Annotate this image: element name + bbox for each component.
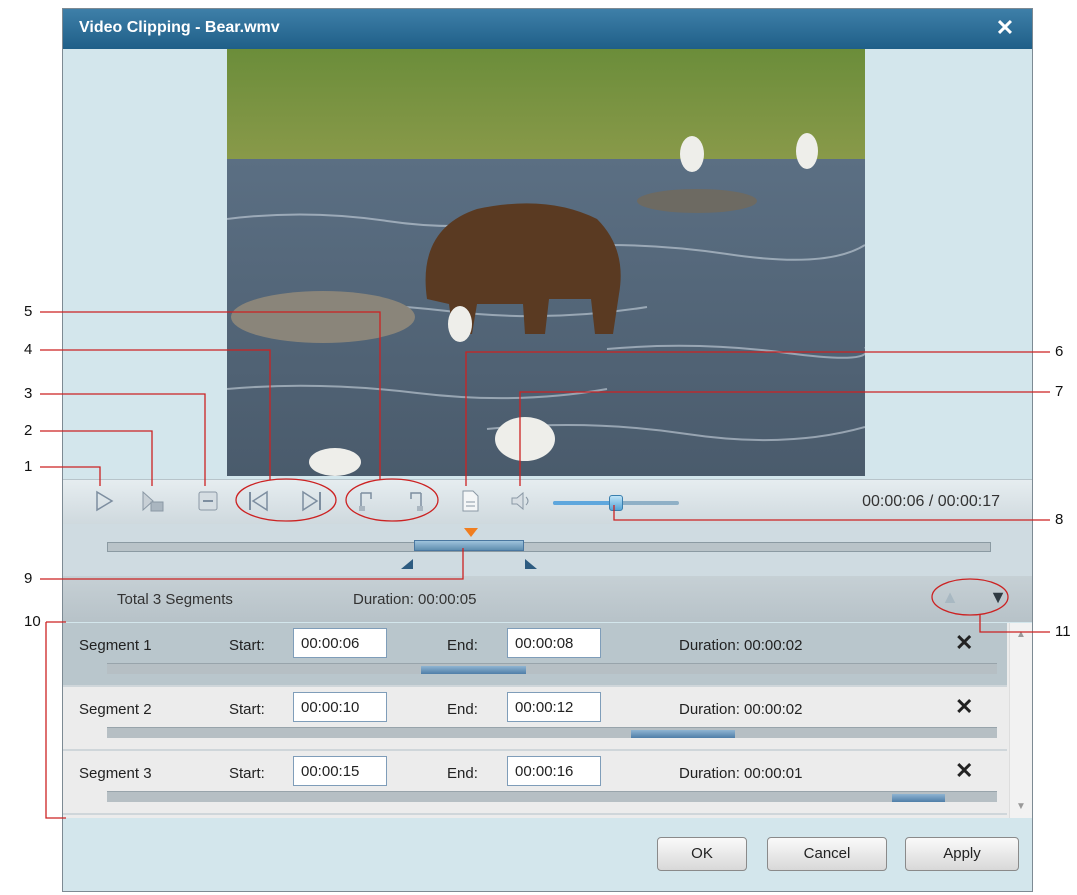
callout-10: 10 xyxy=(24,613,41,630)
segment-list: Segment 1 Start: 00:00:06 End: 00:00:08 … xyxy=(63,623,1032,818)
delete-segment-icon[interactable]: ✕ xyxy=(955,758,973,784)
callout-2: 2 xyxy=(24,422,33,439)
apply-button[interactable]: Apply xyxy=(905,837,1019,871)
playback-toolbar: 00:00:06 / 00:00:17 xyxy=(63,479,1032,525)
selection-start-handle[interactable] xyxy=(401,559,413,569)
segment-list-scrollbar[interactable]: ▲ ▼ xyxy=(1009,623,1032,818)
callout-9: 9 xyxy=(24,570,33,587)
stop-icon[interactable] xyxy=(195,488,221,514)
callout-11: 11 xyxy=(1055,623,1071,640)
total-segments-label: Total 3 Segments xyxy=(117,591,233,608)
segment-duration: Duration: 00:00:02 xyxy=(679,701,803,718)
segments-header: Total 3 Segments Duration: 00:00:05 ▲ ▼ xyxy=(63,576,1032,622)
segment-range-bar xyxy=(892,794,945,802)
callout-6: 6 xyxy=(1055,343,1064,360)
end-label: End: xyxy=(447,765,478,782)
start-label: Start: xyxy=(229,701,265,718)
selection-end-handle[interactable] xyxy=(525,559,537,569)
callout-4: 4 xyxy=(24,341,33,358)
cancel-button[interactable]: Cancel xyxy=(767,837,887,871)
callout-7: 7 xyxy=(1055,383,1064,400)
volume-icon[interactable] xyxy=(509,488,535,514)
end-time-field[interactable]: 00:00:12 xyxy=(507,692,601,722)
set-end-icon[interactable] xyxy=(403,488,429,514)
end-time-field[interactable]: 00:00:08 xyxy=(507,628,601,658)
bear-video-frame xyxy=(227,49,865,476)
delete-segment-icon[interactable]: ✕ xyxy=(955,694,973,720)
new-segment-icon[interactable] xyxy=(457,488,483,514)
callout-3: 3 xyxy=(24,385,33,402)
start-label: Start: xyxy=(229,765,265,782)
title-bar[interactable]: Video Clipping - Bear.wmv ✕ xyxy=(63,9,1032,49)
move-down-icon[interactable]: ▼ xyxy=(987,586,1009,608)
segment-name: Segment 1 xyxy=(79,637,152,654)
close-icon[interactable]: ✕ xyxy=(992,15,1018,41)
segment-track xyxy=(107,791,997,802)
next-frame-icon[interactable] xyxy=(299,488,325,514)
delete-segment-icon[interactable]: ✕ xyxy=(955,630,973,656)
snapshot-icon[interactable] xyxy=(139,488,165,514)
start-time-field[interactable]: 00:00:15 xyxy=(293,756,387,786)
segment-row[interactable]: Segment 2 Start: 00:00:10 End: 00:00:12 … xyxy=(63,687,1007,751)
timeline-track[interactable] xyxy=(107,540,991,552)
play-icon[interactable] xyxy=(91,488,117,514)
video-clipping-window: Video Clipping - Bear.wmv ✕ 00:00:06 / 0… xyxy=(62,8,1033,892)
window-title: Video Clipping - Bear.wmv xyxy=(79,19,280,36)
callout-5: 5 xyxy=(24,303,33,320)
volume-slider[interactable] xyxy=(553,495,679,511)
playhead-marker[interactable] xyxy=(464,528,478,537)
segment-range-bar xyxy=(630,730,736,738)
end-label: End: xyxy=(447,701,478,718)
time-display: 00:00:06 / 00:00:17 xyxy=(862,493,1000,510)
end-time-field[interactable]: 00:00:16 xyxy=(507,756,601,786)
start-time-field[interactable]: 00:00:10 xyxy=(293,692,387,722)
segment-duration: Duration: 00:00:02 xyxy=(679,637,803,654)
segment-track xyxy=(107,663,997,674)
segment-name: Segment 3 xyxy=(79,765,152,782)
move-up-icon[interactable]: ▲ xyxy=(939,586,961,608)
volume-slider-thumb[interactable] xyxy=(609,495,623,511)
ok-button[interactable]: OK xyxy=(657,837,747,871)
segment-range-bar xyxy=(421,666,526,674)
start-label: Start: xyxy=(229,637,265,654)
clip-timeline xyxy=(63,524,1032,576)
scroll-up-icon[interactable]: ▲ xyxy=(1010,629,1032,640)
scroll-down-icon[interactable]: ▼ xyxy=(1010,801,1032,812)
video-preview[interactable] xyxy=(227,49,865,476)
segment-name: Segment 2 xyxy=(79,701,152,718)
segment-row[interactable]: Segment 3 Start: 00:00:15 End: 00:00:16 … xyxy=(63,751,1007,815)
segment-duration: Duration: 00:00:01 xyxy=(679,765,803,782)
previous-frame-icon[interactable] xyxy=(245,488,271,514)
timeline-selection[interactable] xyxy=(414,540,524,551)
segment-row[interactable]: Segment 1 Start: 00:00:06 End: 00:00:08 … xyxy=(63,623,1007,687)
callout-8: 8 xyxy=(1055,511,1064,528)
set-start-icon[interactable] xyxy=(353,488,379,514)
start-time-field[interactable]: 00:00:06 xyxy=(293,628,387,658)
end-label: End: xyxy=(447,637,478,654)
callout-1: 1 xyxy=(24,458,33,475)
segment-track xyxy=(107,727,997,738)
total-duration-label: Duration: 00:00:05 xyxy=(353,591,477,608)
volume-slider-fill xyxy=(553,501,616,505)
